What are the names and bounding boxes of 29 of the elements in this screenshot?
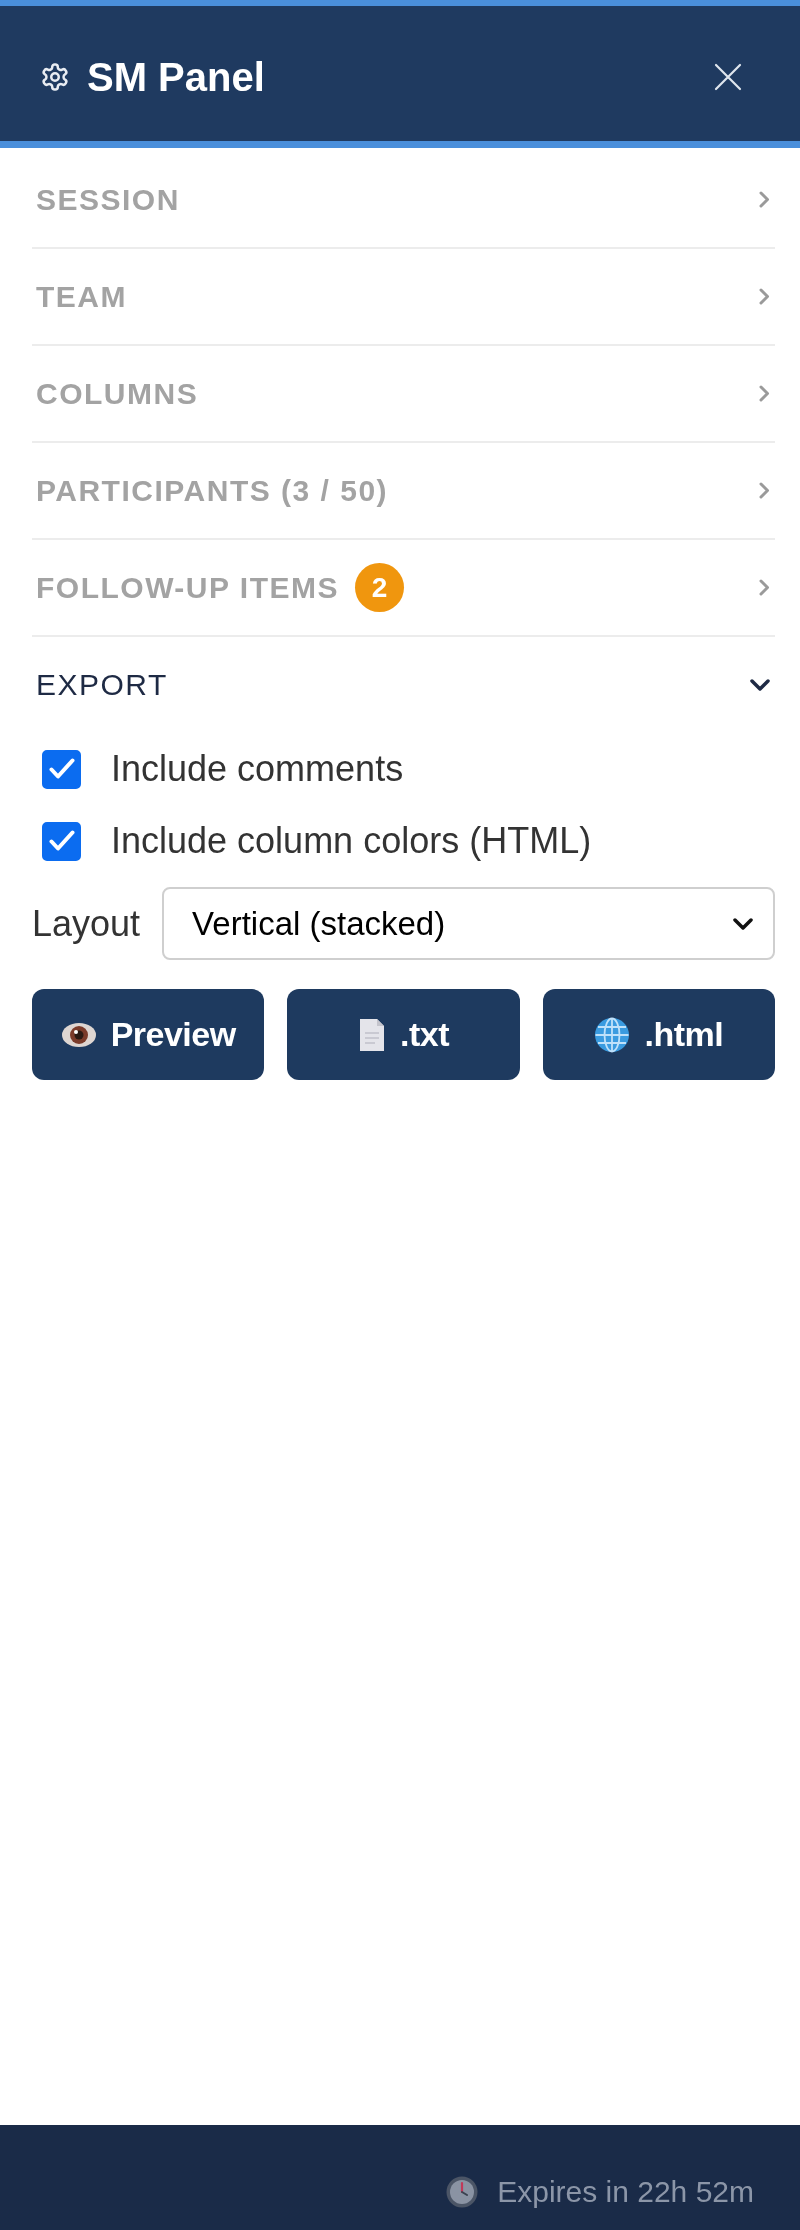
expiry-text: Expires in 22h 52m (497, 2174, 754, 2209)
chevron-right-icon (759, 482, 770, 499)
chevron-down-icon (750, 679, 770, 691)
chevron-right-icon (759, 288, 770, 305)
checkbox[interactable] (42, 749, 81, 789)
check-icon (48, 830, 75, 852)
checkbox[interactable] (42, 821, 81, 861)
panel-title: SM Panel (87, 54, 265, 99)
preview-button[interactable]: Preview (32, 989, 265, 1080)
eye-icon (60, 1021, 97, 1048)
chevron-right-icon (759, 579, 770, 596)
count-badge: 2 (355, 563, 404, 612)
chevron-down-icon (733, 917, 753, 930)
chevron-right-icon (759, 385, 770, 402)
accordion-header[interactable]: EXPORT (32, 637, 775, 733)
txt-button[interactable]: .txt (287, 989, 520, 1080)
check-icon (48, 758, 75, 780)
layout-label: Layout (32, 902, 141, 945)
chevron-right-icon (759, 191, 770, 208)
html-button[interactable]: .html (542, 989, 775, 1080)
layout-select[interactable]: Vertical (stacked) (162, 887, 775, 960)
close-button[interactable] (714, 62, 742, 91)
document-icon (358, 1016, 386, 1053)
checkbox-label: Include column colors (HTML) (111, 820, 592, 862)
clock-icon (446, 2175, 479, 2208)
close-icon (714, 62, 742, 91)
checkbox-label: Include comments (111, 748, 404, 790)
globe-icon (594, 1016, 631, 1053)
gear-icon (40, 61, 70, 92)
